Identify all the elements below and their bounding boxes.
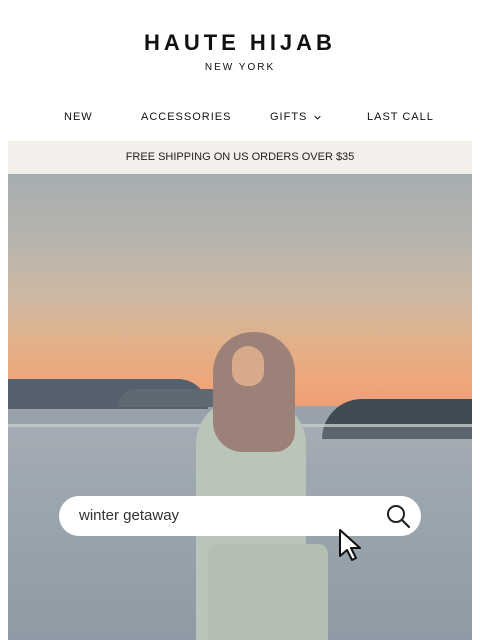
nav-item-new[interactable]: NEW [64, 111, 93, 123]
nav-item-gifts-label: GIFTS [270, 111, 308, 123]
hero-model-face [232, 346, 264, 386]
brand-tagline: NEW YORK [204, 62, 276, 73]
chevron-down-icon [314, 115, 322, 120]
shipping-banner-text: FREE SHIPPING ON US ORDERS OVER $35 [125, 151, 355, 163]
nav-item-gifts[interactable]: GIFTS [270, 111, 322, 123]
nav-item-last-call[interactable]: LAST CALL [367, 111, 434, 123]
search-icon [387, 505, 411, 529]
main-nav: NEW ACCESSORIES GIFTS LAST CALL [8, 111, 472, 127]
pointer-cursor-icon [339, 529, 361, 561]
hero-model-skirt [208, 544, 328, 640]
brand-name: HAUTE HIJAB [144, 30, 336, 55]
brand-logo[interactable]: HAUTE HIJAB NEW YORK [0, 30, 480, 73]
hero-image[interactable]: winter getaway [8, 174, 472, 640]
nav-item-accessories[interactable]: ACCESSORIES [141, 111, 231, 123]
search-bar-graphic[interactable]: winter getaway [59, 496, 421, 536]
hero-hills-left-far [118, 389, 228, 407]
search-bar-text: winter getaway [79, 507, 180, 524]
shipping-banner[interactable]: FREE SHIPPING ON US ORDERS OVER $35 [8, 141, 472, 174]
